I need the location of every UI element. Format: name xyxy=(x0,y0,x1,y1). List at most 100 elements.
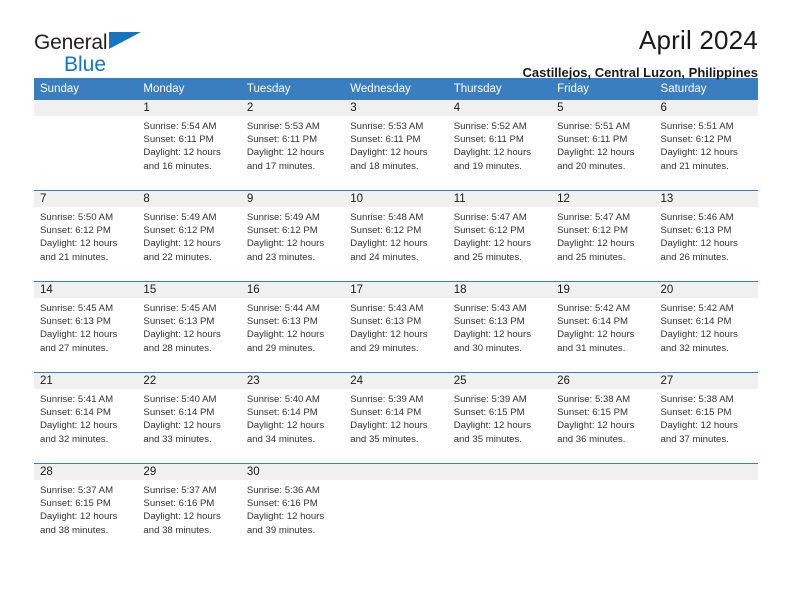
calendar-day-cell[interactable]: 8 Sunrise: 5:49 AM Sunset: 6:12 PM Daylight… xyxy=(137,190,241,282)
calendar-day-cell[interactable]: 13 Sunrise: 5:46 AM Sunset: 6:13 PM Dayligh… xyxy=(654,190,758,282)
calendar-week-row: 1 Sunrise: 5:54 AM Sunset: 6:11 PM Daylight… xyxy=(34,100,758,191)
calendar-week-row: 28 Sunrise: 5:37 AM Sunset: 6:15 PM Dayligh… xyxy=(34,463,758,554)
day-number: 15 xyxy=(137,282,241,298)
day-number: 12 xyxy=(551,191,655,207)
day-cell-content: 30 Sunrise: 5:36 AM Sunset: 6:16 PM Dayligh… xyxy=(240,464,345,554)
day-daylight1-text: Daylight: 12 hours xyxy=(143,420,221,432)
day-sunset-text: Sunset: 6:14 PM xyxy=(350,407,422,419)
day-daylight1-text: Daylight: 12 hours xyxy=(246,238,325,250)
day-sun-info: Sunrise: 5:36 AM Sunset: 6:16 PM Daylight:… xyxy=(241,480,344,537)
calendar-day-cell[interactable]: 29 Sunrise: 5:37 AM Sunset: 6:16 PM Dayligh… xyxy=(137,463,241,554)
day-sunset-text: Sunset: 6:16 PM xyxy=(246,498,318,510)
day-daylight2-text: and 29 minutes. xyxy=(246,342,316,354)
calendar-day-cell[interactable]: 1 Sunrise: 5:54 AM Sunset: 6:11 PM Daylight… xyxy=(137,100,241,191)
day-daylight1-text: Daylight: 12 hours xyxy=(453,420,532,432)
calendar-day-cell[interactable]: 11 Sunrise: 5:47 AM Sunset: 6:12 PM Dayligh… xyxy=(447,190,552,282)
day-sunset-text: Sunset: 6:11 PM xyxy=(453,134,524,146)
calendar-day-cell[interactable]: 20 Sunrise: 5:42 AM Sunset: 6:14 PM Dayligh… xyxy=(654,281,758,373)
day-daylight2-text: and 37 minutes. xyxy=(660,433,729,445)
calendar-day-cell[interactable]: 3 Sunrise: 5:53 AM Sunset: 6:11 PM Daylight… xyxy=(344,100,448,191)
calendar-day-cell[interactable]: 30 Sunrise: 5:36 AM Sunset: 6:16 PM Dayligh… xyxy=(240,463,345,554)
day-daylight1-text: Daylight: 12 hours xyxy=(246,511,325,523)
calendar-day-cell[interactable]: 15 Sunrise: 5:45 AM Sunset: 6:13 PM Dayligh… xyxy=(137,281,241,373)
day-number xyxy=(447,464,552,480)
calendar-day-cell[interactable]: 2 Sunrise: 5:53 AM Sunset: 6:11 PM Daylight… xyxy=(240,100,345,191)
day-cell-content: 4 Sunrise: 5:52 AM Sunset: 6:11 PM Daylight… xyxy=(447,100,552,190)
calendar-day-cell[interactable]: 28 Sunrise: 5:37 AM Sunset: 6:15 PM Dayligh… xyxy=(34,463,138,554)
calendar-day-cell[interactable]: 21 Sunrise: 5:41 AM Sunset: 6:14 PM Dayligh… xyxy=(34,372,138,464)
day-sun-info xyxy=(34,116,137,120)
calendar-day-cell[interactable]: 10 Sunrise: 5:48 AM Sunset: 6:12 PM Dayligh… xyxy=(344,190,448,282)
calendar-day-cell[interactable]: 27 Sunrise: 5:38 AM Sunset: 6:15 PM Dayligh… xyxy=(654,372,758,464)
day-sun-info: Sunrise: 5:52 AM Sunset: 6:11 PM Daylight:… xyxy=(448,116,551,173)
day-sunrise-text: Sunrise: 5:37 AM xyxy=(143,485,217,496)
calendar-day-cell[interactable]: 14 Sunrise: 5:45 AM Sunset: 6:13 PM Dayligh… xyxy=(34,281,138,373)
day-number: 17 xyxy=(344,282,448,298)
day-number xyxy=(654,464,758,480)
day-sunrise-text: Sunrise: 5:50 AM xyxy=(40,212,114,223)
day-sunrise-text: Sunrise: 5:40 AM xyxy=(143,394,217,405)
day-daylight1-text: Daylight: 12 hours xyxy=(557,420,635,432)
day-daylight2-text: and 38 minutes. xyxy=(40,524,109,536)
day-daylight2-text: and 36 minutes. xyxy=(557,433,626,445)
calendar-day-cell[interactable]: 5 Sunrise: 5:51 AM Sunset: 6:11 PM Daylight… xyxy=(551,100,655,191)
day-number: 23 xyxy=(240,373,345,389)
calendar-day-cell-empty xyxy=(34,100,138,191)
day-sun-info: Sunrise: 5:51 AM Sunset: 6:11 PM Daylight:… xyxy=(551,116,654,173)
calendar-day-cell[interactable]: 9 Sunrise: 5:49 AM Sunset: 6:12 PM Daylight… xyxy=(240,190,345,282)
calendar-day-cell[interactable]: 12 Sunrise: 5:47 AM Sunset: 6:12 PM Dayligh… xyxy=(551,190,655,282)
day-daylight2-text: and 25 minutes. xyxy=(557,251,626,263)
day-cell-content: 22 Sunrise: 5:40 AM Sunset: 6:14 PM Dayligh… xyxy=(137,373,241,463)
day-sunset-text: Sunset: 6:13 PM xyxy=(350,316,422,328)
day-daylight2-text: and 32 minutes. xyxy=(40,433,109,445)
day-cell-content: 7 Sunrise: 5:50 AM Sunset: 6:12 PM Daylight… xyxy=(34,191,138,281)
day-sun-info: Sunrise: 5:49 AM Sunset: 6:12 PM Daylight:… xyxy=(241,207,344,264)
day-sun-info: Sunrise: 5:38 AM Sunset: 6:15 PM Daylight:… xyxy=(551,389,654,446)
calendar-day-cell[interactable]: 6 Sunrise: 5:51 AM Sunset: 6:12 PM Daylight… xyxy=(654,100,758,191)
day-cell-content: 13 Sunrise: 5:46 AM Sunset: 6:13 PM Dayligh… xyxy=(654,191,758,281)
calendar-day-cell[interactable]: 4 Sunrise: 5:52 AM Sunset: 6:11 PM Daylight… xyxy=(447,100,552,191)
calendar-day-cell[interactable]: 23 Sunrise: 5:40 AM Sunset: 6:14 PM Dayligh… xyxy=(240,372,345,464)
day-number: 8 xyxy=(137,191,241,207)
day-sun-info: Sunrise: 5:43 AM Sunset: 6:13 PM Daylight:… xyxy=(344,298,447,355)
day-cell-content: 28 Sunrise: 5:37 AM Sunset: 6:15 PM Dayligh… xyxy=(34,464,138,554)
day-cell-content: 3 Sunrise: 5:53 AM Sunset: 6:11 PM Daylight… xyxy=(344,100,448,190)
day-number xyxy=(551,464,655,480)
day-sun-info: Sunrise: 5:45 AM Sunset: 6:13 PM Daylight:… xyxy=(137,298,240,355)
day-number: 18 xyxy=(447,282,552,298)
day-daylight1-text: Daylight: 12 hours xyxy=(40,511,118,523)
day-sunrise-text: Sunrise: 5:42 AM xyxy=(557,303,631,314)
day-sunrise-text: Sunrise: 5:47 AM xyxy=(557,212,631,223)
calendar-day-cell[interactable]: 18 Sunrise: 5:43 AM Sunset: 6:13 PM Dayligh… xyxy=(447,281,552,373)
day-sunset-text: Sunset: 6:15 PM xyxy=(660,407,732,419)
day-daylight2-text: and 27 minutes. xyxy=(40,342,109,354)
day-daylight1-text: Daylight: 12 hours xyxy=(453,147,532,159)
day-cell-content: 25 Sunrise: 5:39 AM Sunset: 6:15 PM Dayligh… xyxy=(447,373,552,463)
day-number: 19 xyxy=(551,282,655,298)
day-daylight1-text: Daylight: 12 hours xyxy=(40,238,118,250)
calendar-day-cell[interactable]: 25 Sunrise: 5:39 AM Sunset: 6:15 PM Dayligh… xyxy=(447,372,552,464)
day-sunrise-text: Sunrise: 5:46 AM xyxy=(660,212,734,223)
day-cell-content xyxy=(551,464,655,554)
calendar-day-cell[interactable]: 22 Sunrise: 5:40 AM Sunset: 6:14 PM Dayligh… xyxy=(137,372,241,464)
day-sun-info xyxy=(344,480,447,484)
day-cell-content: 11 Sunrise: 5:47 AM Sunset: 6:12 PM Dayligh… xyxy=(447,191,552,281)
calendar-day-cell[interactable]: 24 Sunrise: 5:39 AM Sunset: 6:14 PM Dayligh… xyxy=(344,372,448,464)
day-number: 3 xyxy=(344,100,448,116)
calendar-day-cell[interactable]: 19 Sunrise: 5:42 AM Sunset: 6:14 PM Dayligh… xyxy=(551,281,655,373)
calendar-header-row: Sunday Monday Tuesday Wednesday Thursday Frid… xyxy=(34,78,758,100)
day-sunrise-text: Sunrise: 5:51 AM xyxy=(660,121,734,132)
day-cell-content: 18 Sunrise: 5:43 AM Sunset: 6:13 PM Dayligh… xyxy=(447,282,552,372)
day-sunrise-text: Sunrise: 5:37 AM xyxy=(40,485,114,496)
calendar-day-cell[interactable]: 7 Sunrise: 5:50 AM Sunset: 6:12 PM Daylight… xyxy=(34,190,138,282)
calendar-page: General Blue April 2024 Castillejos, Cen… xyxy=(0,0,792,612)
page-title: April 2024 xyxy=(638,25,758,55)
calendar-day-cell[interactable]: 17 Sunrise: 5:43 AM Sunset: 6:13 PM Dayligh… xyxy=(344,281,448,373)
day-sunset-text: Sunset: 6:13 PM xyxy=(660,225,732,237)
calendar-day-cell[interactable]: 26 Sunrise: 5:38 AM Sunset: 6:15 PM Dayligh… xyxy=(551,372,655,464)
day-sun-info: Sunrise: 5:48 AM Sunset: 6:12 PM Daylight:… xyxy=(344,207,447,264)
day-number: 11 xyxy=(447,191,552,207)
calendar-day-cell[interactable]: 16 Sunrise: 5:44 AM Sunset: 6:13 PM Dayligh… xyxy=(240,281,345,373)
day-number: 16 xyxy=(240,282,345,298)
calendar-day-cell-empty xyxy=(551,463,655,554)
